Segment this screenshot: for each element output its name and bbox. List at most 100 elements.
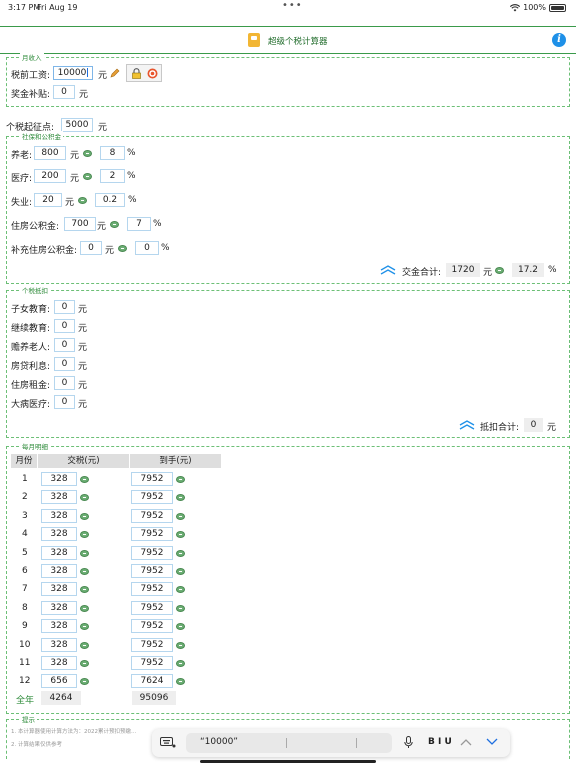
social-total-label: 交金合计:	[402, 268, 442, 278]
month-net-value[interactable]: 7952	[131, 564, 173, 578]
link-icon[interactable]	[80, 568, 89, 575]
month-tax-value[interactable]: 328	[41, 564, 77, 578]
link-icon[interactable]	[80, 549, 89, 557]
collapse-chevron-icon[interactable]	[380, 265, 396, 275]
link-icon[interactable]	[176, 512, 185, 520]
month-net-value[interactable]: 7952	[131, 619, 173, 634]
keyboard-icon[interactable]	[160, 737, 176, 748]
col-header-net: 到手(元)	[130, 454, 221, 468]
link-icon[interactable]	[80, 512, 89, 520]
month-net-value[interactable]: 7624	[131, 674, 173, 689]
child-edu-input[interactable]: 0	[54, 300, 75, 314]
bonus-input[interactable]: 0	[53, 85, 75, 99]
info-icon[interactable]: i	[552, 33, 566, 47]
deduction-legend: 个税抵扣	[20, 285, 50, 295]
home-indicator[interactable]	[200, 760, 376, 763]
link-icon[interactable]	[176, 641, 185, 649]
tips-legend: 提示	[20, 714, 37, 724]
year-net-value: 95096	[132, 691, 176, 705]
link-icon[interactable]	[78, 197, 87, 204]
salary-input[interactable]: 10000	[53, 66, 93, 80]
deduction-total-label: 抵扣合计:	[480, 423, 520, 433]
pension-amount-input[interactable]: 800	[34, 146, 66, 160]
unemployment-unit: 元	[65, 198, 75, 208]
elderly-input[interactable]: 0	[54, 338, 75, 352]
collapse-chevron-icon[interactable]	[459, 420, 475, 430]
supp-housing-fund-pct: %	[161, 243, 170, 253]
elderly-unit: 元	[78, 343, 88, 353]
month-tax-value[interactable]: 328	[41, 508, 77, 523]
link-icon[interactable]	[176, 604, 185, 612]
link-icon[interactable]	[495, 267, 504, 274]
lock-icon[interactable]	[131, 68, 142, 79]
month-net-value[interactable]: 7952	[131, 600, 173, 615]
link-icon[interactable]	[110, 221, 119, 228]
unemployment-rate-input[interactable]: 0.2	[95, 193, 125, 207]
threshold-input[interactable]: 5000	[61, 118, 93, 132]
status-bar: 3:17 PM Fri Aug 19 ••• 100%	[0, 0, 576, 14]
target-icon[interactable]	[147, 68, 158, 79]
link-icon[interactable]	[80, 641, 89, 649]
month-tax-value[interactable]: 328	[41, 490, 77, 505]
housing-fund-amount-input[interactable]: 700	[64, 217, 96, 231]
unemployment-amount-input[interactable]: 20	[34, 193, 62, 207]
cont-edu-input[interactable]: 0	[54, 319, 75, 333]
month-net-value[interactable]: 7952	[131, 582, 173, 597]
supp-housing-fund-unit: 元	[105, 246, 115, 256]
housing-fund-rate-input[interactable]: 7	[127, 217, 151, 231]
format-biu-button[interactable]: B I U	[428, 737, 452, 747]
month-net-value[interactable]: 7952	[131, 656, 173, 670]
link-icon[interactable]	[176, 476, 185, 483]
month-net-value[interactable]: 7952	[131, 508, 173, 523]
multitasking-dots-icon[interactable]: •••	[282, 0, 303, 11]
housing-fund-unit: 元	[97, 222, 107, 232]
chevron-up-icon[interactable]	[460, 738, 472, 746]
link-icon[interactable]	[118, 245, 127, 252]
pension-rate-input[interactable]: 8	[100, 146, 125, 160]
month-tax-value[interactable]: 328	[41, 472, 77, 486]
link-icon[interactable]	[80, 604, 89, 612]
month-tax-value[interactable]: 656	[41, 674, 77, 689]
month-tax-value[interactable]: 328	[41, 600, 77, 615]
month-net-value[interactable]: 7952	[131, 545, 173, 560]
mortgage-unit: 元	[78, 362, 88, 372]
pencil-icon[interactable]	[110, 68, 120, 78]
mortgage-input[interactable]: 0	[54, 357, 75, 371]
mortgage-label: 房贷利息:	[11, 362, 51, 372]
link-icon[interactable]	[176, 549, 185, 557]
supp-housing-fund-amount-input[interactable]: 0	[80, 241, 102, 255]
medical-pct: %	[127, 171, 136, 181]
link-icon[interactable]	[176, 568, 185, 575]
suggestion-area: “10000”	[186, 733, 392, 753]
chevron-down-icon[interactable]	[486, 738, 498, 746]
medical-amount-input[interactable]: 200	[34, 169, 66, 183]
medical-serious-input[interactable]: 0	[54, 395, 75, 409]
link-icon[interactable]	[176, 660, 185, 667]
keyboard-shortcut-bar: “10000” B I U	[152, 729, 510, 757]
divider	[286, 738, 287, 748]
month-net-value[interactable]: 7952	[131, 490, 173, 505]
link-icon[interactable]	[83, 173, 92, 180]
link-icon[interactable]	[80, 476, 89, 483]
month-tax-value[interactable]: 328	[41, 637, 77, 652]
month-tax-value[interactable]: 328	[41, 619, 77, 634]
month-tax-value[interactable]: 328	[41, 545, 77, 560]
month-net-value[interactable]: 7952	[131, 637, 173, 652]
month-tax-value[interactable]: 328	[41, 527, 77, 542]
month-net-value[interactable]: 7952	[131, 472, 173, 486]
monthly-legend: 每月明细	[20, 441, 50, 451]
divider	[356, 738, 357, 748]
link-icon[interactable]	[80, 660, 89, 667]
month-tax-value[interactable]: 328	[41, 656, 77, 670]
month-tax-value[interactable]: 328	[41, 582, 77, 597]
autocorrect-suggestion[interactable]: “10000”	[200, 737, 238, 747]
month-net-value[interactable]: 7952	[131, 527, 173, 542]
medical-rate-input[interactable]: 2	[100, 169, 125, 183]
supp-housing-fund-label: 补充住房公积金:	[11, 246, 78, 256]
supp-housing-fund-rate-input[interactable]: 0	[135, 241, 159, 255]
pension-unit: 元	[70, 151, 80, 161]
microphone-icon[interactable]	[404, 736, 413, 749]
month-number: 12	[19, 676, 31, 687]
link-icon[interactable]	[83, 150, 92, 157]
rent-input[interactable]: 0	[54, 376, 75, 390]
